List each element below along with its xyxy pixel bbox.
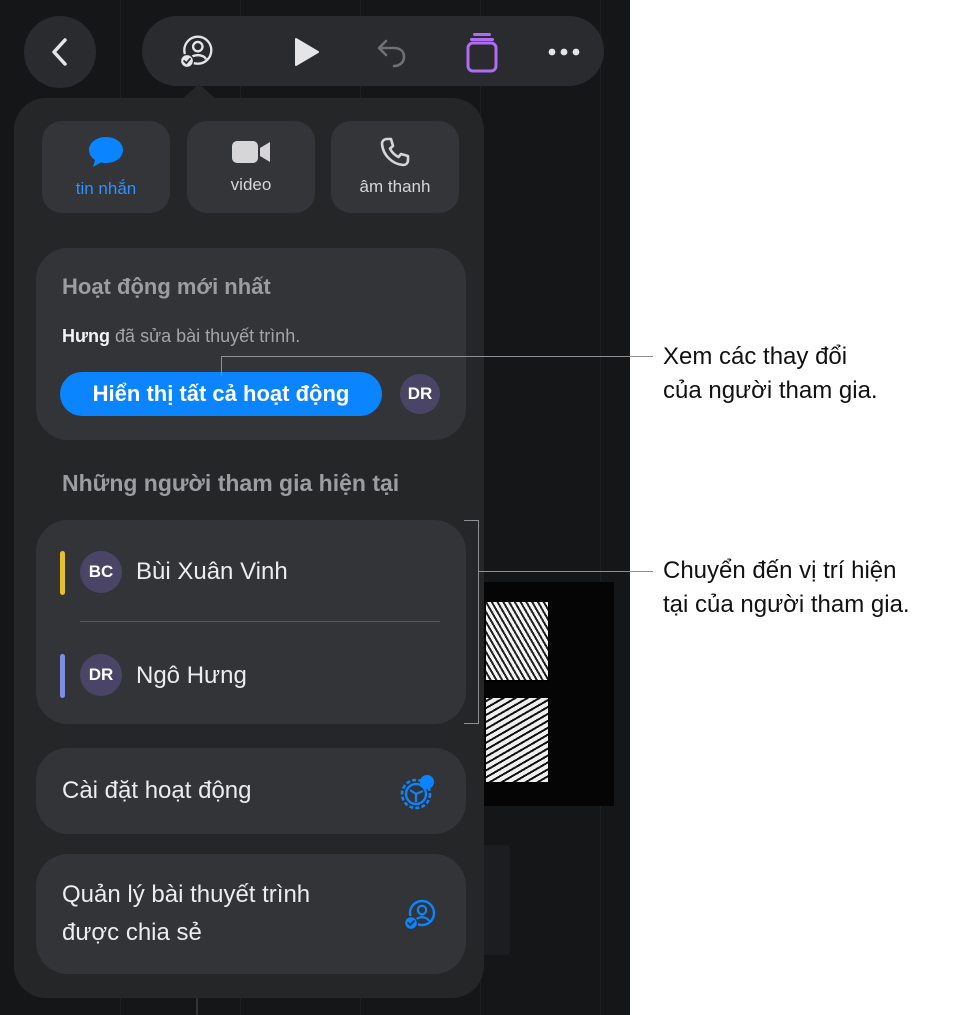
divider [80,621,440,622]
video-call-button[interactable]: video [187,121,315,213]
message-label: tin nhắn [75,179,137,198]
play-icon [295,38,319,66]
audio-label: âm thanh [359,177,431,196]
audio-call-button[interactable]: âm thanh [331,121,459,213]
latest-activity-card: Hoạt động mới nhất Hưng đã sửa bài thuyế… [36,248,466,440]
callout-view-changes-line2: của người tham gia. [663,377,878,404]
participant-row[interactable]: BC Bùi Xuân Vinh [36,528,466,618]
play-button[interactable] [288,34,324,70]
avatar[interactable]: DR [400,374,440,414]
back-chevron-icon [52,38,67,66]
callout-go-to-location-line1: Chuyển đến vị trí hiện [663,557,897,584]
comic-panel [484,696,550,784]
activity-actor: Hưng [62,326,111,346]
collaboration-icon [179,35,213,69]
toolbar [142,16,604,86]
callout-bracket [464,520,478,521]
collaboration-icon [404,899,436,930]
latest-activity-title: Hoạt động mới nhất [62,274,271,299]
callout-go-to-location: Chuyển đến vị trí hiện tại của người tha… [663,554,910,622]
participants-card: BC Bùi Xuân Vinh DR Ngô Hưng [36,520,466,724]
undo-icon [377,39,406,68]
slides-button[interactable] [462,30,502,74]
phone-icon [380,137,410,167]
more-icon [548,48,580,56]
presence-indicator [60,551,65,595]
activity-settings-label: Cài đặt hoạt động [62,777,252,804]
activity-summary: Hưng đã sửa bài thuyết trình. [62,326,300,347]
callout-bracket [478,520,479,724]
participants-title: Những người tham gia hiện tại [62,470,400,496]
collaboration-button[interactable] [178,34,214,70]
callout-view-changes-line1: Xem các thay đổi [663,343,848,370]
callout-leader-line [478,571,653,572]
show-all-activity-button[interactable]: Hiển thị tất cả hoạt động [60,372,382,416]
video-label: video [230,175,272,194]
manage-shared-label: Quản lý bài thuyết trình được chia sẻ [62,876,310,952]
presence-indicator [60,654,65,698]
manage-shared-label-line2: được chia sẻ [62,919,202,946]
activity-settings-row[interactable]: Cài đặt hoạt động [36,748,466,834]
video-camera-icon [232,141,270,163]
callout-bracket [464,723,478,724]
comic-panel [484,600,550,682]
participant-name: Bùi Xuân Vinh [136,558,288,585]
undo-button[interactable] [372,34,408,70]
gear-icon [400,775,434,810]
message-button[interactable]: tin nhắn [42,121,170,213]
callout-view-changes: Xem các thay đổi của người tham gia. [663,340,878,408]
manage-shared-presentation-row[interactable]: Quản lý bài thuyết trình được chia sẻ [36,854,466,974]
avatar: DR [80,654,122,696]
callout-leader-line [221,356,653,357]
callout-leader-line [221,356,222,376]
participant-row[interactable]: DR Ngô Hưng [36,632,466,722]
participant-name: Ngô Hưng [136,662,247,689]
more-button[interactable] [546,34,582,70]
screenshot-stage: tin nhắn video âm thanh Hoạt động mới nh… [0,0,975,1015]
slide-thumbnail-image[interactable] [478,582,614,806]
back-button[interactable] [24,16,96,88]
message-bubble-icon [89,137,123,167]
callout-go-to-location-line2: tại của người tham gia. [663,591,910,618]
manage-shared-label-line1: Quản lý bài thuyết trình [62,881,311,908]
activity-action: đã sửa bài thuyết trình. [115,326,301,346]
avatar: BC [80,551,122,593]
slides-icon [466,33,498,73]
